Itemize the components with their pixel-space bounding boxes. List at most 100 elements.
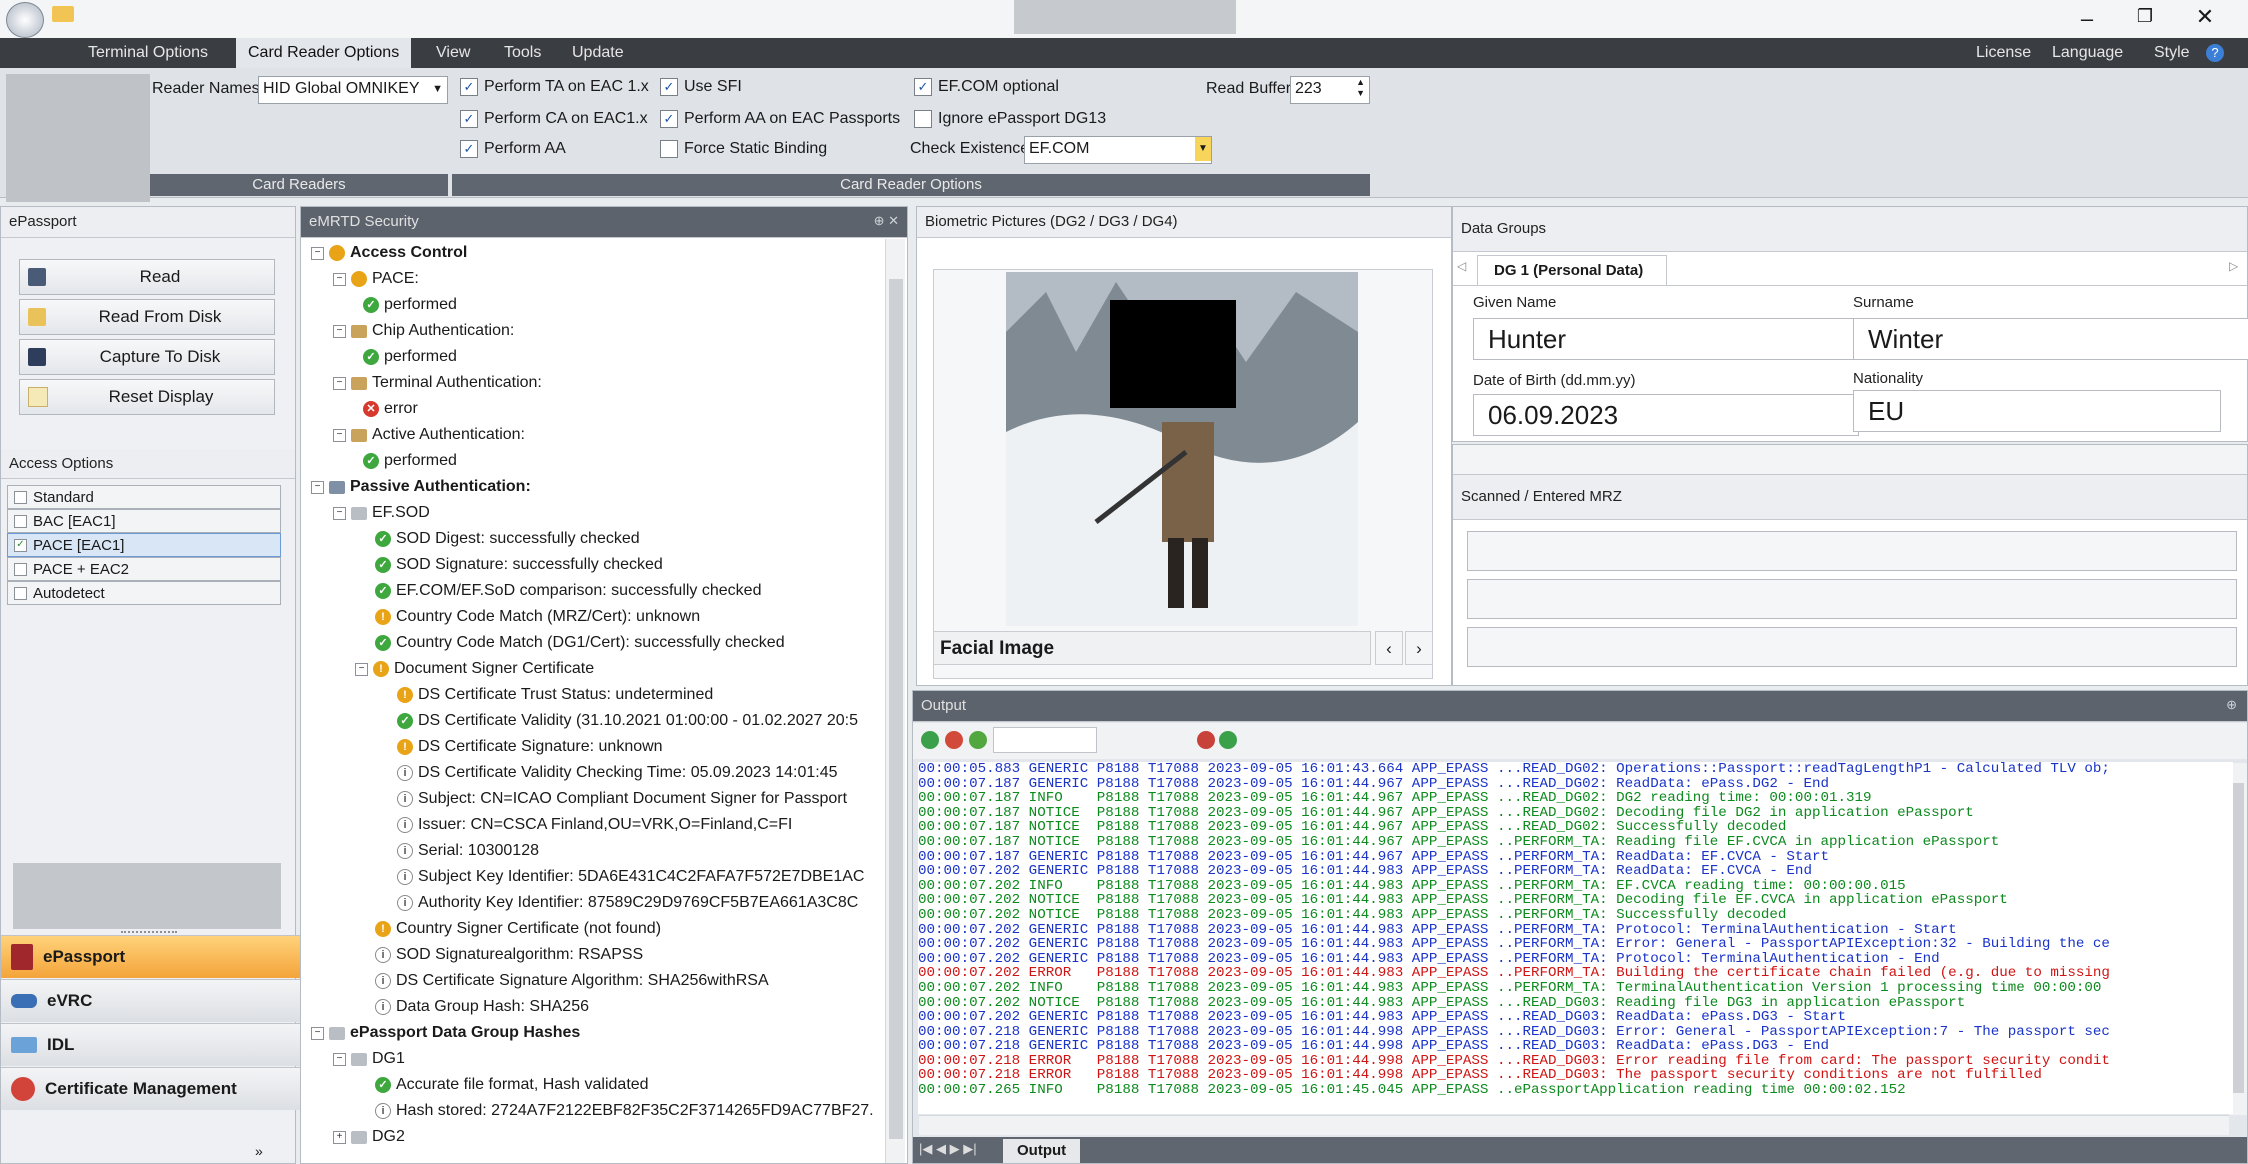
tree-row-passive-auth[interactable]: − Passive Authentication: [311,475,531,499]
read-buffer-spinner[interactable]: 223 ▲ ▼ [1290,76,1370,104]
help-icon[interactable]: ? [2206,44,2224,62]
tab-scroll-left-icon[interactable]: ◁ [1457,259,1466,273]
log-line[interactable]: 00:00:07.202 NOTICE P8188 T17088 2023-09… [918,893,2233,908]
log-line[interactable]: 00:00:07.187 NOTICE P8188 T17088 2023-09… [918,806,2233,821]
log-line[interactable]: 00:00:07.202 GENERIC P8188 T17088 2023-0… [918,937,2233,952]
tree-row-active-auth-result[interactable]: ✓ performed [363,449,457,473]
tab-nav-arrows-icon[interactable]: |◀ ◀ ▶ ▶| [919,1141,977,1157]
tree-row[interactable]: ! DS Certificate Signature: unknown [397,735,663,759]
tree-row[interactable]: i DS Certificate Signature Algorithm: SHA… [375,969,769,993]
tree-row-ef-sod[interactable]: − EF.SOD [333,501,430,525]
tree-row[interactable]: ✓ EF.COM/EF.SoD comparison: successfully … [375,579,761,603]
tree-row-terminal-auth[interactable]: − Terminal Authentication: [333,371,542,395]
language-menu[interactable]: Language [2040,38,2135,68]
scrollbar-thumb[interactable] [889,279,903,1139]
pin-icon[interactable]: ⊕ [2226,697,2237,713]
minimize-button[interactable]: – [2072,6,2102,31]
tree-row-pace[interactable]: − PACE: [333,267,419,291]
log-line[interactable]: 00:00:07.202 GENERIC P8188 T17088 2023-0… [918,922,2233,938]
prev-image-button[interactable]: ‹ [1375,631,1403,665]
nav-idl[interactable]: IDL [1,1023,301,1066]
tab-view[interactable]: View [424,38,482,68]
log-line[interactable]: 00:00:07.202 INFO P8188 T17088 2023-09-0… [918,879,2233,894]
access-option-standard[interactable]: Standard [7,485,281,509]
tab-card-reader-options[interactable]: Card Reader Options [236,38,412,68]
read-button[interactable]: Read [19,259,275,295]
find-red-icon[interactable] [1197,731,1215,749]
log-line[interactable]: 00:00:07.265 INFO P8188 T17088 2023-09-0… [918,1083,2233,1098]
tree-row-access-control[interactable]: − Access Control [311,241,467,265]
tree-row[interactable]: i Authority Key Identifier: 87589C29D9769… [397,891,858,915]
perform-aa-checkbox[interactable]: ✓ Perform AA [460,140,566,158]
tree-row[interactable]: ✓ Accurate file format, Hash validated [375,1073,649,1097]
tree-row-dg-hashes[interactable]: − ePassport Data Group Hashes [311,1021,580,1045]
find-green-icon[interactable] [1219,731,1237,749]
app-orb-button[interactable] [6,2,44,38]
filter-input[interactable] [993,727,1097,753]
tree-row[interactable]: ✓ DS Certificate Validity (31.10.2021 01:… [397,709,858,733]
tree-row-dg1[interactable]: − DG1 [333,1047,405,1071]
perform-ca-eac1-checkbox[interactable]: ✓ Perform CA on EAC1.x [460,110,648,128]
nav-evrc[interactable]: eVRC [1,979,301,1022]
log-line[interactable]: 00:00:07.187 NOTICE P8188 T17088 2023-09… [918,835,2233,850]
log-line[interactable]: 00:00:07.218 GENERIC P8188 T17088 2023-0… [918,1039,2233,1054]
use-sfi-checkbox[interactable]: ✓ Use SFI [660,78,742,96]
mrz-line-2[interactable] [1467,579,2237,619]
mrz-line-1[interactable] [1467,531,2237,571]
force-static-binding-checkbox[interactable]: Force Static Binding [660,140,827,158]
log-line[interactable]: 00:00:07.218 ERROR P8188 T17088 2023-09-… [918,1054,2233,1069]
tree-row-pace-result[interactable]: ✓ performed [363,293,457,317]
log-line[interactable]: 00:00:07.187 INFO P8188 T17088 2023-09-0… [918,791,2233,806]
mrz-line-3[interactable] [1467,627,2237,667]
tree-row[interactable]: i Subject: CN=ICAO Compliant Document Sig… [397,787,847,811]
tab-output[interactable]: Output [1003,1139,1081,1163]
reader-names-dropdown[interactable]: HID Global OMNIKEY ▼ [258,76,448,104]
log-line[interactable]: 00:00:07.202 GENERIC P8188 T17088 2023-0… [918,864,2233,879]
tree-row-active-auth[interactable]: − Active Authentication: [333,423,525,447]
arrow-left-icon[interactable] [921,731,939,749]
scrollbar-thumb[interactable] [2232,783,2244,1093]
tree-row-terminal-auth-result[interactable]: ✕ error [363,397,418,421]
tree-row-chip-auth-result[interactable]: ✓ performed [363,345,457,369]
perform-ta-eac1-checkbox[interactable]: ✓ Perform TA on EAC 1.x [460,78,649,96]
style-menu[interactable]: Style [2142,38,2202,68]
log-line[interactable]: 00:00:07.202 NOTICE P8188 T17088 2023-09… [918,908,2233,923]
tab-update[interactable]: Update [560,38,636,68]
close-button[interactable]: ✕ [2190,4,2220,30]
capture-to-disk-button[interactable]: Capture To Disk [19,339,275,375]
license-menu[interactable]: License [1964,38,2043,68]
tab-terminal-options[interactable]: Terminal Options [76,38,220,68]
tree-row-dg2[interactable]: + DG2 [333,1125,405,1149]
log-line[interactable]: 00:00:07.202 GENERIC P8188 T17088 2023-0… [918,1010,2233,1025]
log-line[interactable]: 00:00:07.202 NOTICE P8188 T17088 2023-09… [918,995,2233,1011]
pin-close-icons[interactable]: ⊕ ✕ [874,213,899,229]
ef-com-optional-checkbox[interactable]: ✓ EF.COM optional [914,78,1059,96]
check-existence-dropdown[interactable]: EF.COM ▼ [1024,136,1212,164]
tree-row[interactable]: ✓ SOD Digest: successfully checked [375,527,640,551]
read-from-disk-button[interactable]: Read From Disk [19,299,275,335]
access-option-bac[interactable]: BAC [EAC1] [7,509,281,533]
ignore-dg13-checkbox[interactable]: Ignore ePassport DG13 [914,110,1106,128]
expand-nav-icon[interactable]: » [255,1143,263,1159]
tree-row[interactable]: i DS Certificate Validity Checking Time: … [397,761,838,785]
log-hscrollbar[interactable] [919,1115,2229,1135]
log-line[interactable]: 00:00:07.187 GENERIC P8188 T17088 2023-0… [918,849,2233,865]
log-line[interactable]: 00:00:07.202 GENERIC P8188 T17088 2023-0… [918,952,2233,967]
tab-tools[interactable]: Tools [492,38,553,68]
tree-row[interactable]: i Data Group Hash: SHA256 [375,995,589,1019]
log-line[interactable]: 00:00:07.202 ERROR P8188 T17088 2023-09-… [918,966,2233,981]
log-line[interactable]: 00:00:07.187 NOTICE P8188 T17088 2023-09… [918,820,2233,835]
tree-row[interactable]: i SOD Signaturealgorithm: RSAPSS [375,943,643,967]
access-option-autodetect[interactable]: Autodetect [7,581,281,605]
bug-red-icon[interactable] [945,731,963,749]
log-line[interactable]: 00:00:07.187 GENERIC P8188 T17088 2023-0… [918,776,2233,792]
tree-row-document-signer[interactable]: −! Document Signer Certificate [355,657,594,681]
log-line[interactable]: 00:00:07.202 INFO P8188 T17088 2023-09-0… [918,981,2233,996]
next-image-button[interactable]: › [1405,631,1433,665]
access-option-pace[interactable]: ✓ PACE [EAC1] [7,533,281,557]
tree-row-chip-auth[interactable]: − Chip Authentication: [333,319,514,343]
tree-row[interactable]: i Issuer: CN=CSCA Finland,OU=VRK,O=Finlan… [397,813,792,837]
access-option-pace-eac2[interactable]: PACE + EAC2 [7,557,281,581]
tree-row[interactable]: ! Country Signer Certificate (not found) [375,917,661,941]
log-line[interactable]: 00:00:05.883 GENERIC P8188 T17088 2023-0… [918,762,2233,777]
